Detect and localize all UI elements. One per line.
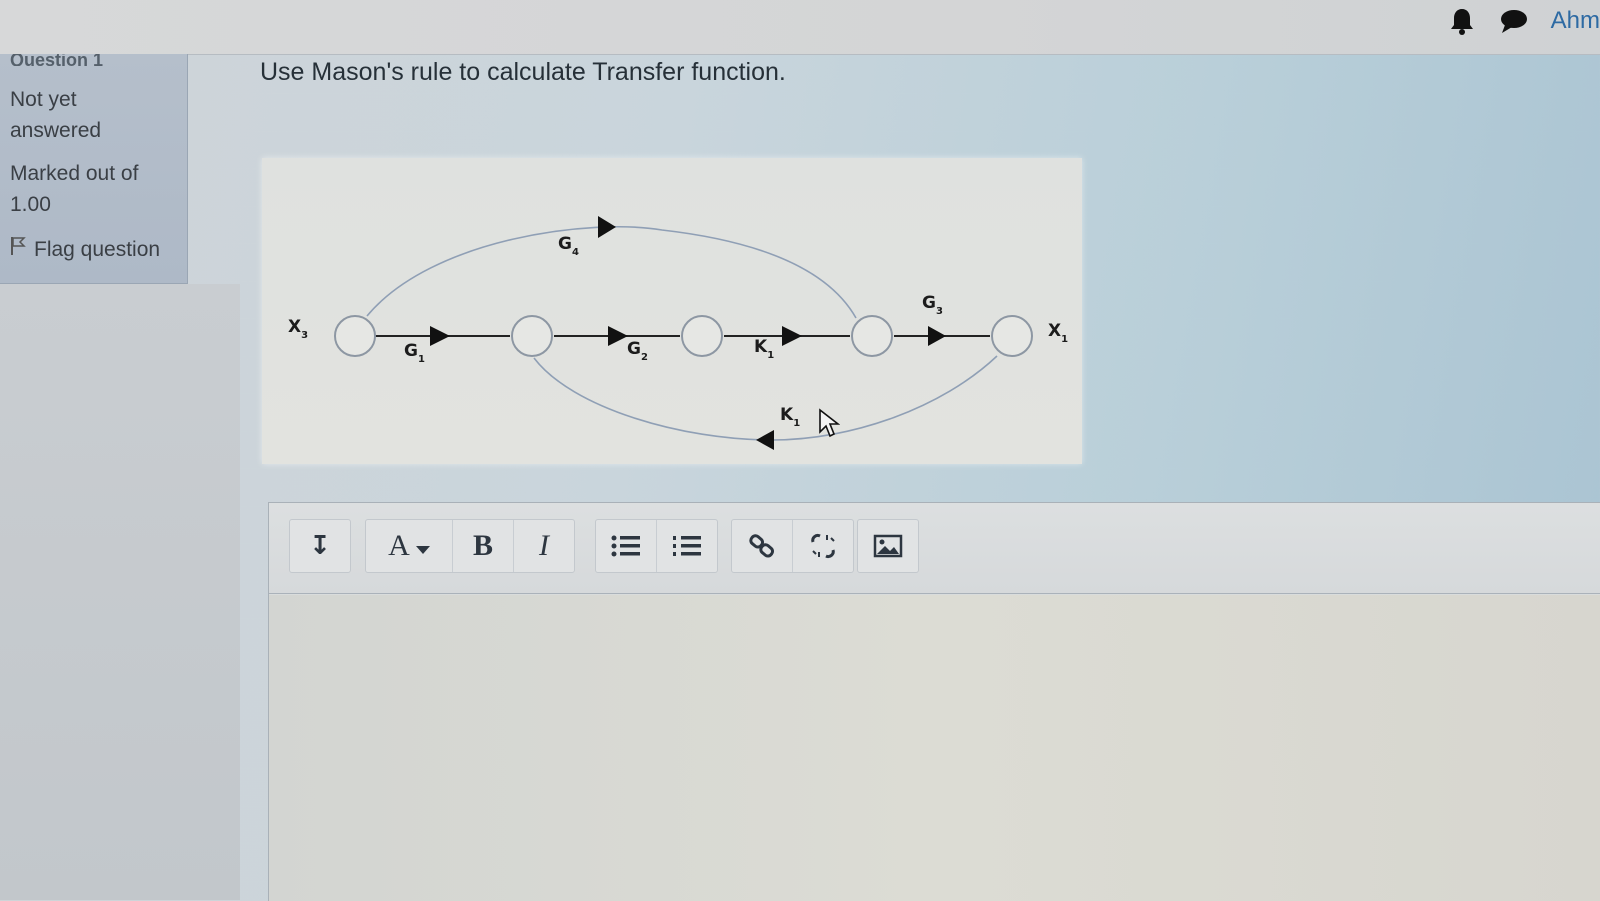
top-navbar: Ahm bbox=[0, 0, 1600, 55]
chat-icon[interactable] bbox=[1499, 6, 1529, 36]
signal-flow-graph: X3 X1 G1 G2 K1 G3 G4 K1 bbox=[288, 216, 1068, 450]
flag-question-link[interactable]: Flag question bbox=[10, 234, 177, 265]
arrow-g3 bbox=[928, 326, 946, 346]
toolbar-group-lists bbox=[595, 519, 718, 573]
left-gutter bbox=[0, 284, 240, 900]
navbar-right: Ahm bbox=[1447, 6, 1600, 36]
bell-icon[interactable] bbox=[1447, 6, 1477, 36]
label-g2: G2 bbox=[627, 339, 648, 363]
numbered-list-icon bbox=[673, 536, 701, 556]
toolbar-group-collapse: ↧ bbox=[289, 519, 351, 573]
toolbar-group-media bbox=[857, 519, 919, 573]
ordered-list-button[interactable] bbox=[657, 520, 717, 572]
collapse-toolbar-button[interactable]: ↧ bbox=[290, 520, 350, 572]
answer-text-area[interactable] bbox=[269, 595, 1600, 901]
label-g1: G1 bbox=[404, 341, 425, 365]
unordered-list-button[interactable] bbox=[596, 520, 657, 572]
node-4 bbox=[851, 315, 893, 357]
arrow-g4 bbox=[598, 216, 616, 238]
arrow-k1-feedback bbox=[756, 430, 774, 450]
image-icon bbox=[873, 534, 903, 558]
node-x3 bbox=[334, 315, 376, 357]
chevron-down-icon bbox=[415, 529, 430, 563]
bullet-list-icon bbox=[611, 535, 640, 557]
arrow-g1 bbox=[430, 326, 450, 346]
link-icon bbox=[749, 534, 775, 558]
label-input-node: X3 bbox=[288, 317, 308, 341]
branch-k1-feedback-arc bbox=[533, 355, 998, 441]
question-text: Use Mason's rule to calculate Transfer f… bbox=[260, 58, 786, 86]
label-k1-forward: K1 bbox=[754, 337, 774, 361]
signal-flow-graph-image: X3 X1 G1 G2 K1 G3 G4 K1 bbox=[262, 158, 1082, 464]
label-g4: G4 bbox=[558, 234, 579, 258]
flag-question-label: Flag question bbox=[34, 238, 161, 261]
mouse-cursor-icon bbox=[819, 408, 840, 438]
unlink-icon bbox=[811, 534, 835, 558]
arrow-g2 bbox=[608, 326, 628, 346]
label-output-node: X1 bbox=[1048, 321, 1068, 345]
question-number: Question 1 bbox=[10, 54, 104, 66]
insert-link-button[interactable] bbox=[732, 520, 793, 572]
unlink-button[interactable] bbox=[793, 520, 853, 572]
question-info-panel: Question 1 Not yet answered Marked out o… bbox=[0, 54, 188, 284]
bold-icon: B bbox=[472, 529, 493, 562]
label-g3: G3 bbox=[922, 293, 943, 317]
flag-icon bbox=[10, 234, 26, 265]
node-3 bbox=[681, 315, 723, 357]
question-grade: Marked out of 1.00 bbox=[10, 162, 139, 216]
font-style-icon: A bbox=[388, 529, 410, 562]
collapse-icon: ↧ bbox=[309, 531, 331, 561]
branch-g4-arc bbox=[366, 226, 857, 319]
node-2 bbox=[511, 315, 553, 357]
editor-toolbar: ↧ A B I bbox=[269, 503, 1600, 594]
italic-icon: I bbox=[539, 529, 549, 562]
toolbar-group-format: A B I bbox=[365, 519, 575, 573]
user-menu-name[interactable]: Ahm bbox=[1551, 7, 1600, 35]
toolbar-group-links bbox=[731, 519, 854, 573]
bold-button[interactable]: B bbox=[453, 520, 514, 572]
italic-button[interactable]: I bbox=[514, 520, 574, 572]
node-x1 bbox=[991, 315, 1033, 357]
insert-image-button[interactable] bbox=[858, 520, 918, 572]
font-style-button[interactable]: A bbox=[366, 520, 453, 572]
answer-editor: ↧ A B I bbox=[268, 502, 1600, 901]
label-k1-feedback: K1 bbox=[780, 405, 800, 429]
arrow-k1-forward bbox=[782, 326, 802, 346]
question-state: Not yet answered bbox=[10, 88, 102, 142]
